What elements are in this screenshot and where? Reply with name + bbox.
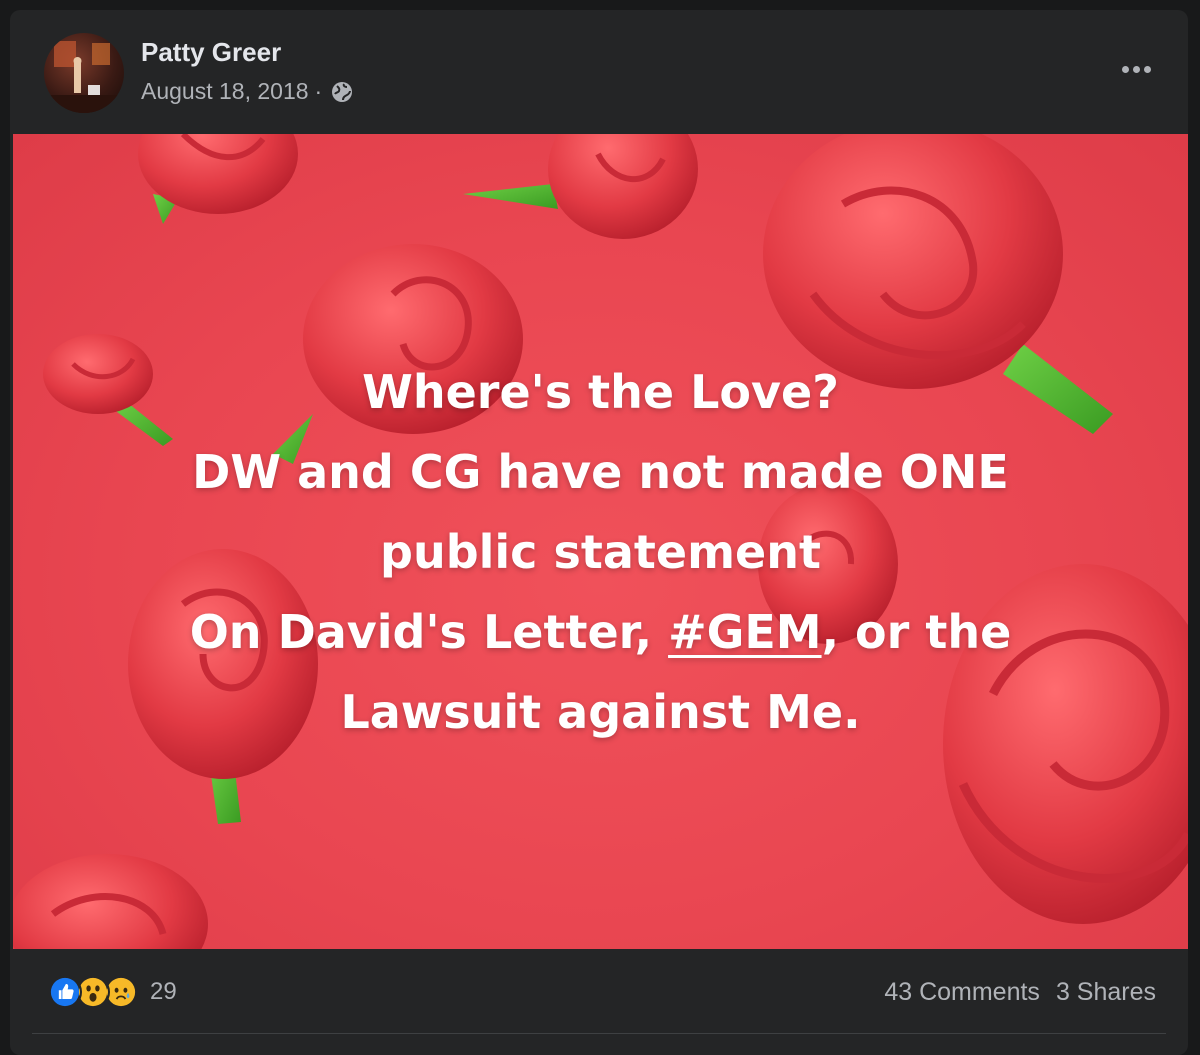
reaction-count[interactable]: 29 xyxy=(150,978,177,1006)
text-line: Lawsuit against Me. xyxy=(340,685,861,739)
post-stats: 43 Comments 3 Shares xyxy=(884,978,1156,1007)
author-avatar[interactable] xyxy=(44,33,124,113)
shares-count[interactable]: 3 Shares xyxy=(1056,978,1156,1007)
text-line: DW and CG have not made ONE xyxy=(192,445,1009,499)
like-reaction-icon xyxy=(48,975,82,1009)
post-footer: 29 43 Comments 3 Shares xyxy=(10,949,1188,1055)
hashtag-link[interactable]: #GEM xyxy=(668,605,822,659)
avatar-image xyxy=(44,41,124,113)
post-meta: August 18, 2018 · xyxy=(141,78,354,105)
post-image-text: Where's the Love? DW and CG have not mad… xyxy=(13,352,1188,752)
post-image[interactable]: Where's the Love? DW and CG have not mad… xyxy=(13,134,1188,949)
comments-count[interactable]: 43 Comments xyxy=(884,978,1040,1007)
text-line: Where's the Love? xyxy=(362,365,839,419)
reactions-summary[interactable]: 29 xyxy=(48,975,177,1009)
meta-separator: · xyxy=(314,78,323,104)
text-line: public statement xyxy=(380,525,821,579)
rose-decoration xyxy=(138,134,298,224)
rose-decoration xyxy=(13,854,208,949)
text-line: On David's Letter, #GEM, or the xyxy=(13,592,1188,672)
footer-divider xyxy=(32,1033,1166,1034)
post-date[interactable]: August 18, 2018 xyxy=(141,78,309,105)
rose-decoration xyxy=(463,134,698,239)
post-card: Patty Greer August 18, 2018 · Where's th… xyxy=(10,10,1188,1055)
more-options-icon[interactable] xyxy=(1114,54,1158,84)
globe-icon xyxy=(332,81,353,102)
text-fragment: On David's Letter, xyxy=(189,605,669,659)
author-name[interactable]: Patty Greer xyxy=(141,37,281,68)
text-fragment: , or the xyxy=(821,605,1012,659)
post-header: Patty Greer August 18, 2018 · xyxy=(10,10,1188,134)
